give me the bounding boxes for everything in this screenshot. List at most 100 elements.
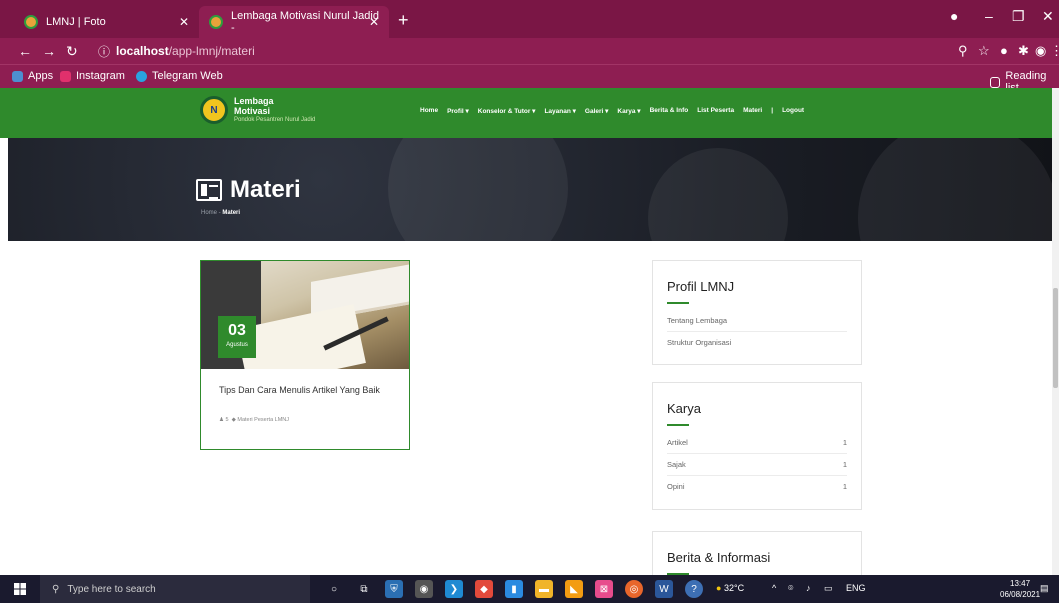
- post-thumbnail[interactable]: 03 Agustus: [201, 261, 409, 369]
- reload-icon[interactable]: ↻: [66, 43, 78, 60]
- new-tab-icon[interactable]: +: [398, 10, 409, 31]
- menu-list-peserta[interactable]: List Peserta: [697, 107, 734, 115]
- menu-logout[interactable]: Logout: [782, 107, 804, 115]
- hero-bokeh: [648, 148, 788, 241]
- tab-lembaga-motivasi[interactable]: Lembaga Motivasi Nurul Jadid - ✕: [199, 6, 389, 38]
- address-bar-row: ← → ↻ ⓘ localhost/app-lmnj/materi ⚲ ☆ ● …: [0, 38, 1059, 64]
- breadcrumb: Home - Materi: [201, 210, 241, 216]
- weather-icon: ●: [716, 583, 722, 593]
- defender-icon[interactable]: ⛨: [385, 580, 403, 598]
- app-icon[interactable]: ◣: [565, 580, 583, 598]
- menu-separator: |: [771, 107, 774, 114]
- category-count: 1: [842, 460, 847, 469]
- menu-label: Layanan: [544, 108, 571, 115]
- menu-berita-info[interactable]: Berita & Info: [650, 107, 689, 115]
- page-viewport: N Lembaga Motivasi Pondok Pesantren Nuru…: [0, 88, 1059, 575]
- bookmark-star-icon[interactable]: ☆: [978, 43, 990, 59]
- taskbar-clock[interactable]: 13:47 06/08/2021: [1000, 578, 1040, 600]
- site-navbar: N Lembaga Motivasi Pondok Pesantren Nuru…: [0, 88, 1052, 138]
- breadcrumb-home[interactable]: Home: [201, 210, 217, 216]
- extensions-puzzle-icon[interactable]: ✱: [1018, 43, 1029, 59]
- widget-title: Profil LMNJ: [667, 279, 735, 294]
- menu-materi[interactable]: Materi: [743, 107, 762, 115]
- category-label: Sajak: [667, 460, 686, 469]
- task-view-icon[interactable]: ⧉: [355, 580, 373, 598]
- category-count: 1: [842, 438, 847, 447]
- post-meta: ♟ 5 ◆ Materi Peserta LMNJ: [219, 417, 289, 423]
- page-scrollbar[interactable]: [1052, 88, 1059, 575]
- newspaper-icon: [196, 179, 222, 201]
- hero-bokeh: [858, 138, 1052, 241]
- widget-link-opini[interactable]: Opini 1: [667, 476, 847, 497]
- post-author-count: 5: [225, 417, 229, 423]
- back-arrow-icon[interactable]: ←: [18, 43, 32, 59]
- app-icon[interactable]: ◆: [475, 580, 493, 598]
- bookmark-telegram[interactable]: Telegram Web: [136, 70, 223, 82]
- notifications-icon[interactable]: ▤: [1040, 583, 1049, 594]
- url-field[interactable]: ⓘ localhost/app-lmnj/materi: [98, 42, 958, 60]
- zoom-icon[interactable]: ⚲: [958, 43, 968, 59]
- menu-layanan[interactable]: Layanan ▾: [544, 107, 575, 115]
- scrollbar-thumb[interactable]: [1053, 288, 1058, 388]
- category-label: Artikel: [667, 438, 688, 447]
- restore-icon[interactable]: ❐: [1012, 8, 1025, 25]
- bookmark-apps[interactable]: Apps: [12, 70, 53, 82]
- widget-link-artikel[interactable]: Artikel 1: [667, 432, 847, 454]
- browser-tab-bar: LMNJ | Foto ✕ Lembaga Motivasi Nurul Jad…: [0, 0, 1059, 38]
- more-menu-icon[interactable]: ⋮: [1050, 43, 1059, 59]
- logo-line-1: Lembaga: [234, 96, 274, 106]
- menu-profil[interactable]: Profil ▾: [447, 107, 469, 115]
- profile-dot-icon[interactable]: ●: [950, 8, 958, 24]
- menu-galeri[interactable]: Galeri ▾: [585, 107, 609, 115]
- instagram-icon: [60, 70, 71, 82]
- logo-line-2: Motivasi: [234, 106, 271, 116]
- weather-widget[interactable]: ● 32°C: [716, 583, 744, 593]
- camera-app-icon[interactable]: ◉: [415, 580, 433, 598]
- site-logo[interactable]: N Lembaga Motivasi Pondok Pesantren Nuru…: [200, 96, 315, 124]
- widget-link-sajak[interactable]: Sajak 1: [667, 454, 847, 476]
- menu-label: Konselor & Tutor: [477, 108, 531, 115]
- cortana-icon[interactable]: ○: [325, 580, 343, 598]
- info-icon[interactable]: ⓘ: [98, 43, 110, 60]
- avatar[interactable]: ◉: [1035, 43, 1046, 59]
- vscode-icon[interactable]: ❯: [445, 580, 463, 598]
- close-tab-icon[interactable]: ✕: [179, 15, 189, 29]
- tab-lmnj-foto[interactable]: LMNJ | Foto ✕: [14, 6, 199, 38]
- forward-arrow-icon[interactable]: →: [42, 43, 56, 59]
- battery-icon[interactable]: ▭: [824, 583, 833, 594]
- tab-label: Lembaga Motivasi Nurul Jadid -: [231, 10, 379, 34]
- file-explorer-icon[interactable]: ▬: [535, 580, 553, 598]
- network-icon[interactable]: ⌾: [788, 583, 793, 594]
- bookmark-label: Instagram: [76, 70, 125, 82]
- widget-link-struktur[interactable]: Struktur Organisasi: [667, 332, 847, 353]
- bookmark-instagram[interactable]: Instagram: [60, 70, 125, 82]
- menu-karya[interactable]: Karya ▾: [617, 107, 640, 115]
- menu-konselor-tutor[interactable]: Konselor & Tutor ▾: [478, 107, 536, 115]
- app-icon[interactable]: ▮: [505, 580, 523, 598]
- extension-dot-icon[interactable]: ●: [1000, 43, 1008, 58]
- minimize-icon[interactable]: –: [985, 8, 993, 24]
- url-path: /app-lmnj/materi: [168, 44, 255, 58]
- post-category[interactable]: Materi Peserta LMNJ: [237, 417, 289, 423]
- site-favicon-icon: [209, 15, 223, 29]
- post-title[interactable]: Tips Dan Cara Menulis Artikel Yang Baik: [219, 385, 380, 395]
- close-window-icon[interactable]: ✕: [1042, 8, 1054, 25]
- widget-link-tentang[interactable]: Tentang Lembaga: [667, 310, 847, 332]
- app-icon[interactable]: ⊠: [595, 580, 613, 598]
- volume-icon[interactable]: ♪: [806, 583, 811, 593]
- post-card[interactable]: 03 Agustus Tips Dan Cara Menulis Artikel…: [200, 260, 410, 450]
- menu-home[interactable]: Home: [420, 107, 438, 115]
- windows-start-icon[interactable]: [14, 583, 26, 595]
- show-hidden-icons-icon[interactable]: ^: [772, 583, 776, 593]
- close-tab-icon[interactable]: ✕: [369, 15, 379, 29]
- word-icon[interactable]: W: [655, 580, 673, 598]
- language-indicator[interactable]: ENG: [846, 583, 866, 593]
- help-icon[interactable]: ?: [685, 580, 703, 598]
- apps-grid-icon: [12, 70, 23, 82]
- chrome-icon[interactable]: ◎: [625, 580, 643, 598]
- menu-label: Profil: [447, 108, 464, 115]
- widget-link-label: Tentang Lembaga: [667, 316, 728, 325]
- taskbar-search-input[interactable]: ⚲ Type here to search: [40, 575, 310, 603]
- widget-underline: [667, 424, 689, 426]
- telegram-icon: [136, 70, 147, 82]
